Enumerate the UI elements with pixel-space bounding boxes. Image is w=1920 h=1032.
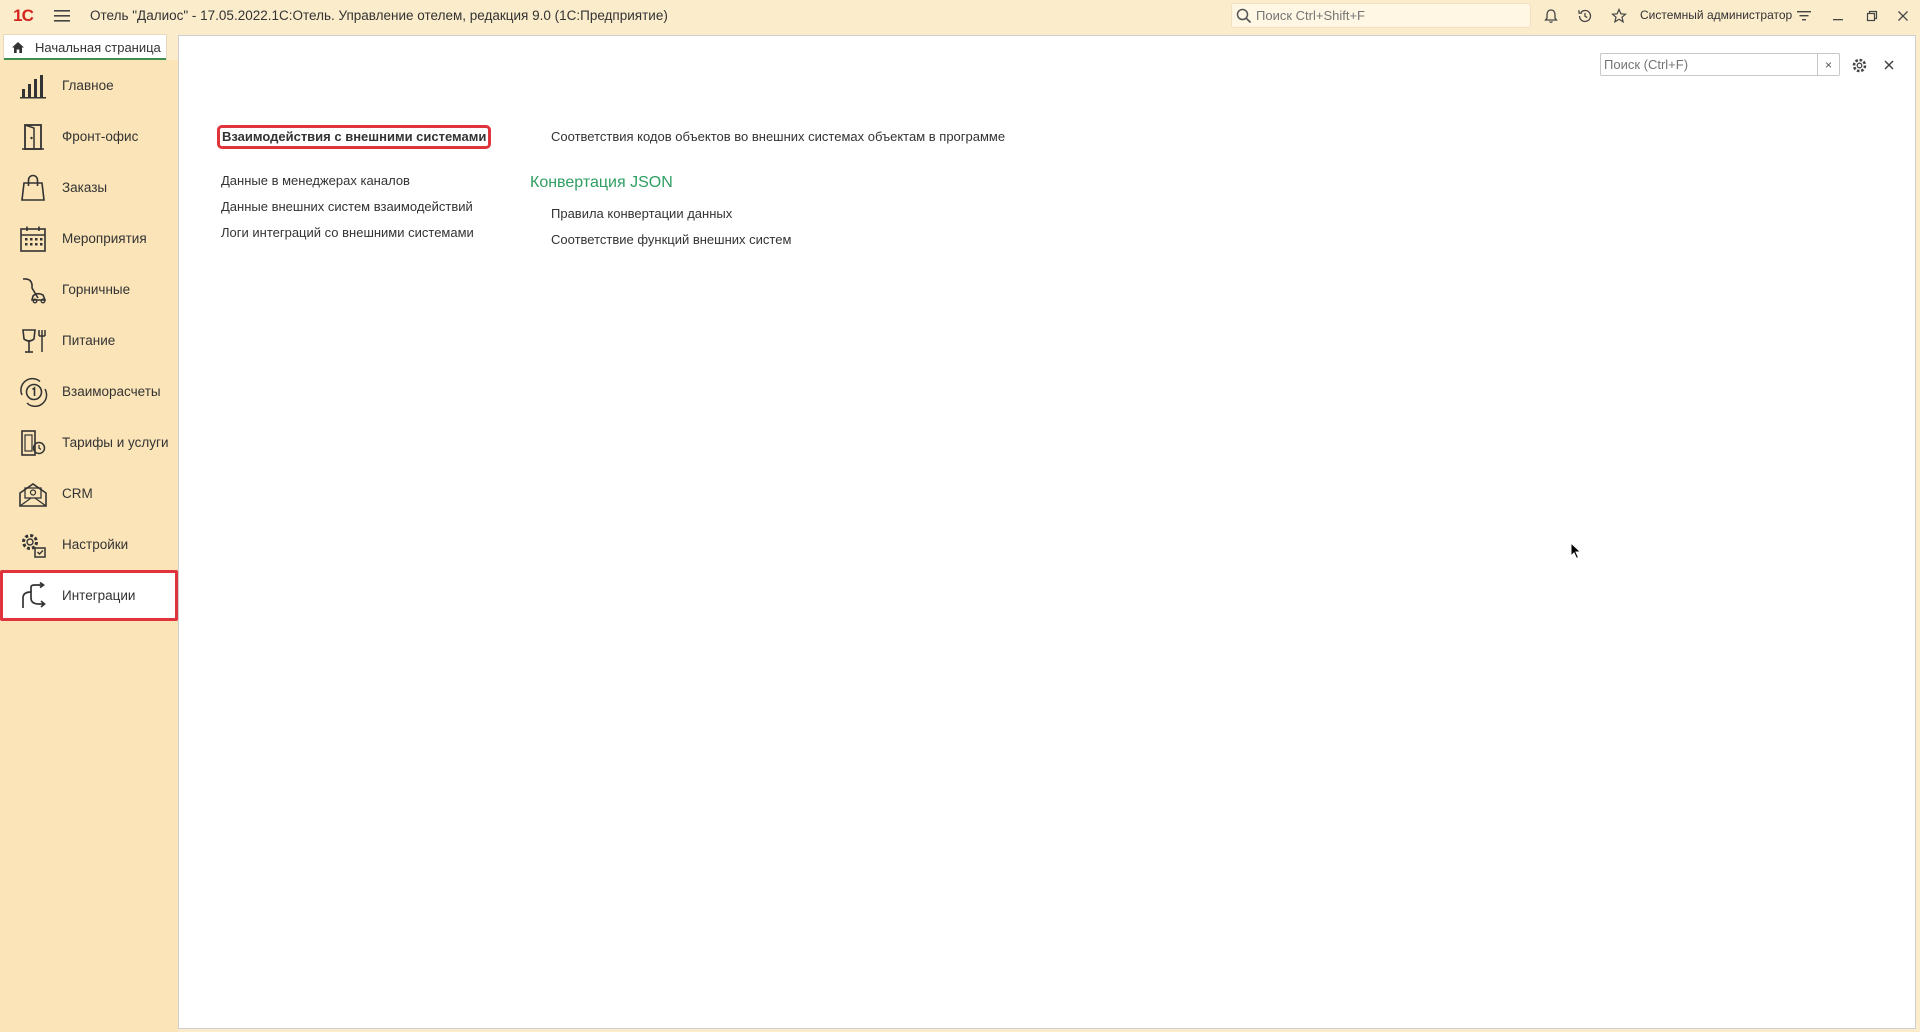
link-function-mapping[interactable]: Соответствие функций внешних систем [551,232,791,247]
sidebar-item-label: Тарифы и услуги [62,435,169,450]
sidebar-item-settings[interactable]: Настройки [0,519,178,570]
tab-home-label: Начальная страница [35,40,161,55]
hamburger-icon [54,9,70,22]
sidebar-item-orders[interactable]: Заказы [0,162,178,213]
sidebar-item-main[interactable]: Главное [0,60,178,111]
link-integration-logs[interactable]: Логи интеграций со внешними системами [221,225,474,240]
sidebar-item-label: Настройки [62,537,129,552]
star-icon [1611,7,1627,23]
minimize-button[interactable] [1821,0,1855,31]
sidebar-item-integrations[interactable]: Интеграции [0,570,178,621]
favorites-button[interactable] [1602,0,1636,31]
sidebar-item-label: Заказы [62,180,108,195]
shopping-bag-icon [18,173,48,203]
notifications-button[interactable] [1534,0,1568,31]
restore-icon [1866,10,1878,21]
section-content-panel: × Взаимодействия с внешними системами Да… [178,35,1916,1029]
group-title-json-conversion: Конвертация JSON [530,174,673,191]
mouse-cursor-icon [1570,542,1582,560]
sidebar-item-crm[interactable]: CRM [0,468,178,519]
bar-chart-icon [18,71,48,101]
sidebar-item-label: Взаиморасчеты [62,384,161,399]
sidebar-item-label: Питание [62,333,116,348]
current-user[interactable]: Системный администратор [1640,0,1792,31]
crm-mail-icon [18,479,48,509]
bell-icon [1544,8,1558,23]
panel-settings-button[interactable] [1845,51,1873,79]
global-search-input[interactable] [1256,8,1526,23]
settings-menu-button[interactable] [1787,0,1821,31]
sidebar-item-settlements[interactable]: Взаиморасчеты [0,366,178,417]
sidebar-item-label: Главное [62,78,114,93]
section-search-input[interactable] [1601,57,1811,72]
tariff-icon [18,428,48,458]
close-panel-button[interactable] [1875,51,1903,79]
global-search[interactable] [1231,3,1531,28]
home-icon [12,42,24,53]
link-external-interactions[interactable]: Взаимодействия с внешними системами [217,125,492,149]
vacuum-icon [18,275,48,305]
gear-icon [1852,58,1866,72]
funnel-lines-icon [1797,10,1811,20]
coin-cycle-icon [18,377,48,407]
sidebar-item-food[interactable]: Питание [0,315,178,366]
history-button[interactable] [1568,0,1602,31]
calendar-icon [18,224,48,254]
clear-search-button[interactable]: × [1817,54,1839,75]
search-icon [1236,8,1252,23]
sidebar-item-label: Фронт-офис [62,129,139,144]
cup-fork-icon [18,326,48,356]
sidebar-item-label: CRM [62,486,93,501]
tab-home[interactable]: Начальная страница [3,34,167,61]
restore-button[interactable] [1855,0,1889,31]
close-window-button[interactable] [1886,0,1920,31]
sidebar-item-front-office[interactable]: Фронт-офис [0,111,178,162]
history-icon [1578,9,1592,22]
close-icon [1884,60,1894,70]
link-channel-manager-data[interactable]: Данные в менеджерах каналов [221,173,410,188]
sidebar-item-label: Интеграции [62,588,136,603]
link-external-systems-data[interactable]: Данные внешних систем взаимодействий [221,199,473,214]
link-code-mapping[interactable]: Соответствия кодов объектов во внешних с… [551,129,1005,144]
window-title: Отель "Далиос" - 17.05.2022.1С:Отель. Уп… [90,8,668,23]
main-menu-button[interactable] [46,0,78,31]
minimize-icon [1833,18,1843,20]
sidebar-item-label: Мероприятия [62,231,147,246]
app-logo: 1С [13,5,34,25]
link-conversion-rules[interactable]: Правила конвертации данных [551,206,732,221]
sidebar-item-tariffs[interactable]: Тарифы и услуги [0,417,178,468]
close-icon [1898,10,1908,21]
section-search[interactable]: × [1600,53,1840,76]
integration-arrows-icon [18,581,48,611]
sidebar-item-label: Горничные [62,282,131,297]
sidebar-item-housekeeping[interactable]: Горничные [0,264,178,315]
gears-icon [18,530,48,560]
door-icon [18,122,48,152]
title-bar: 1С Отель "Далиос" - 17.05.2022.1С:Отель.… [0,0,1920,31]
sections-panel: Главное Фронт-офис Заказы Мероприятия Го… [0,60,178,1032]
sidebar-item-events[interactable]: Мероприятия [0,213,178,264]
